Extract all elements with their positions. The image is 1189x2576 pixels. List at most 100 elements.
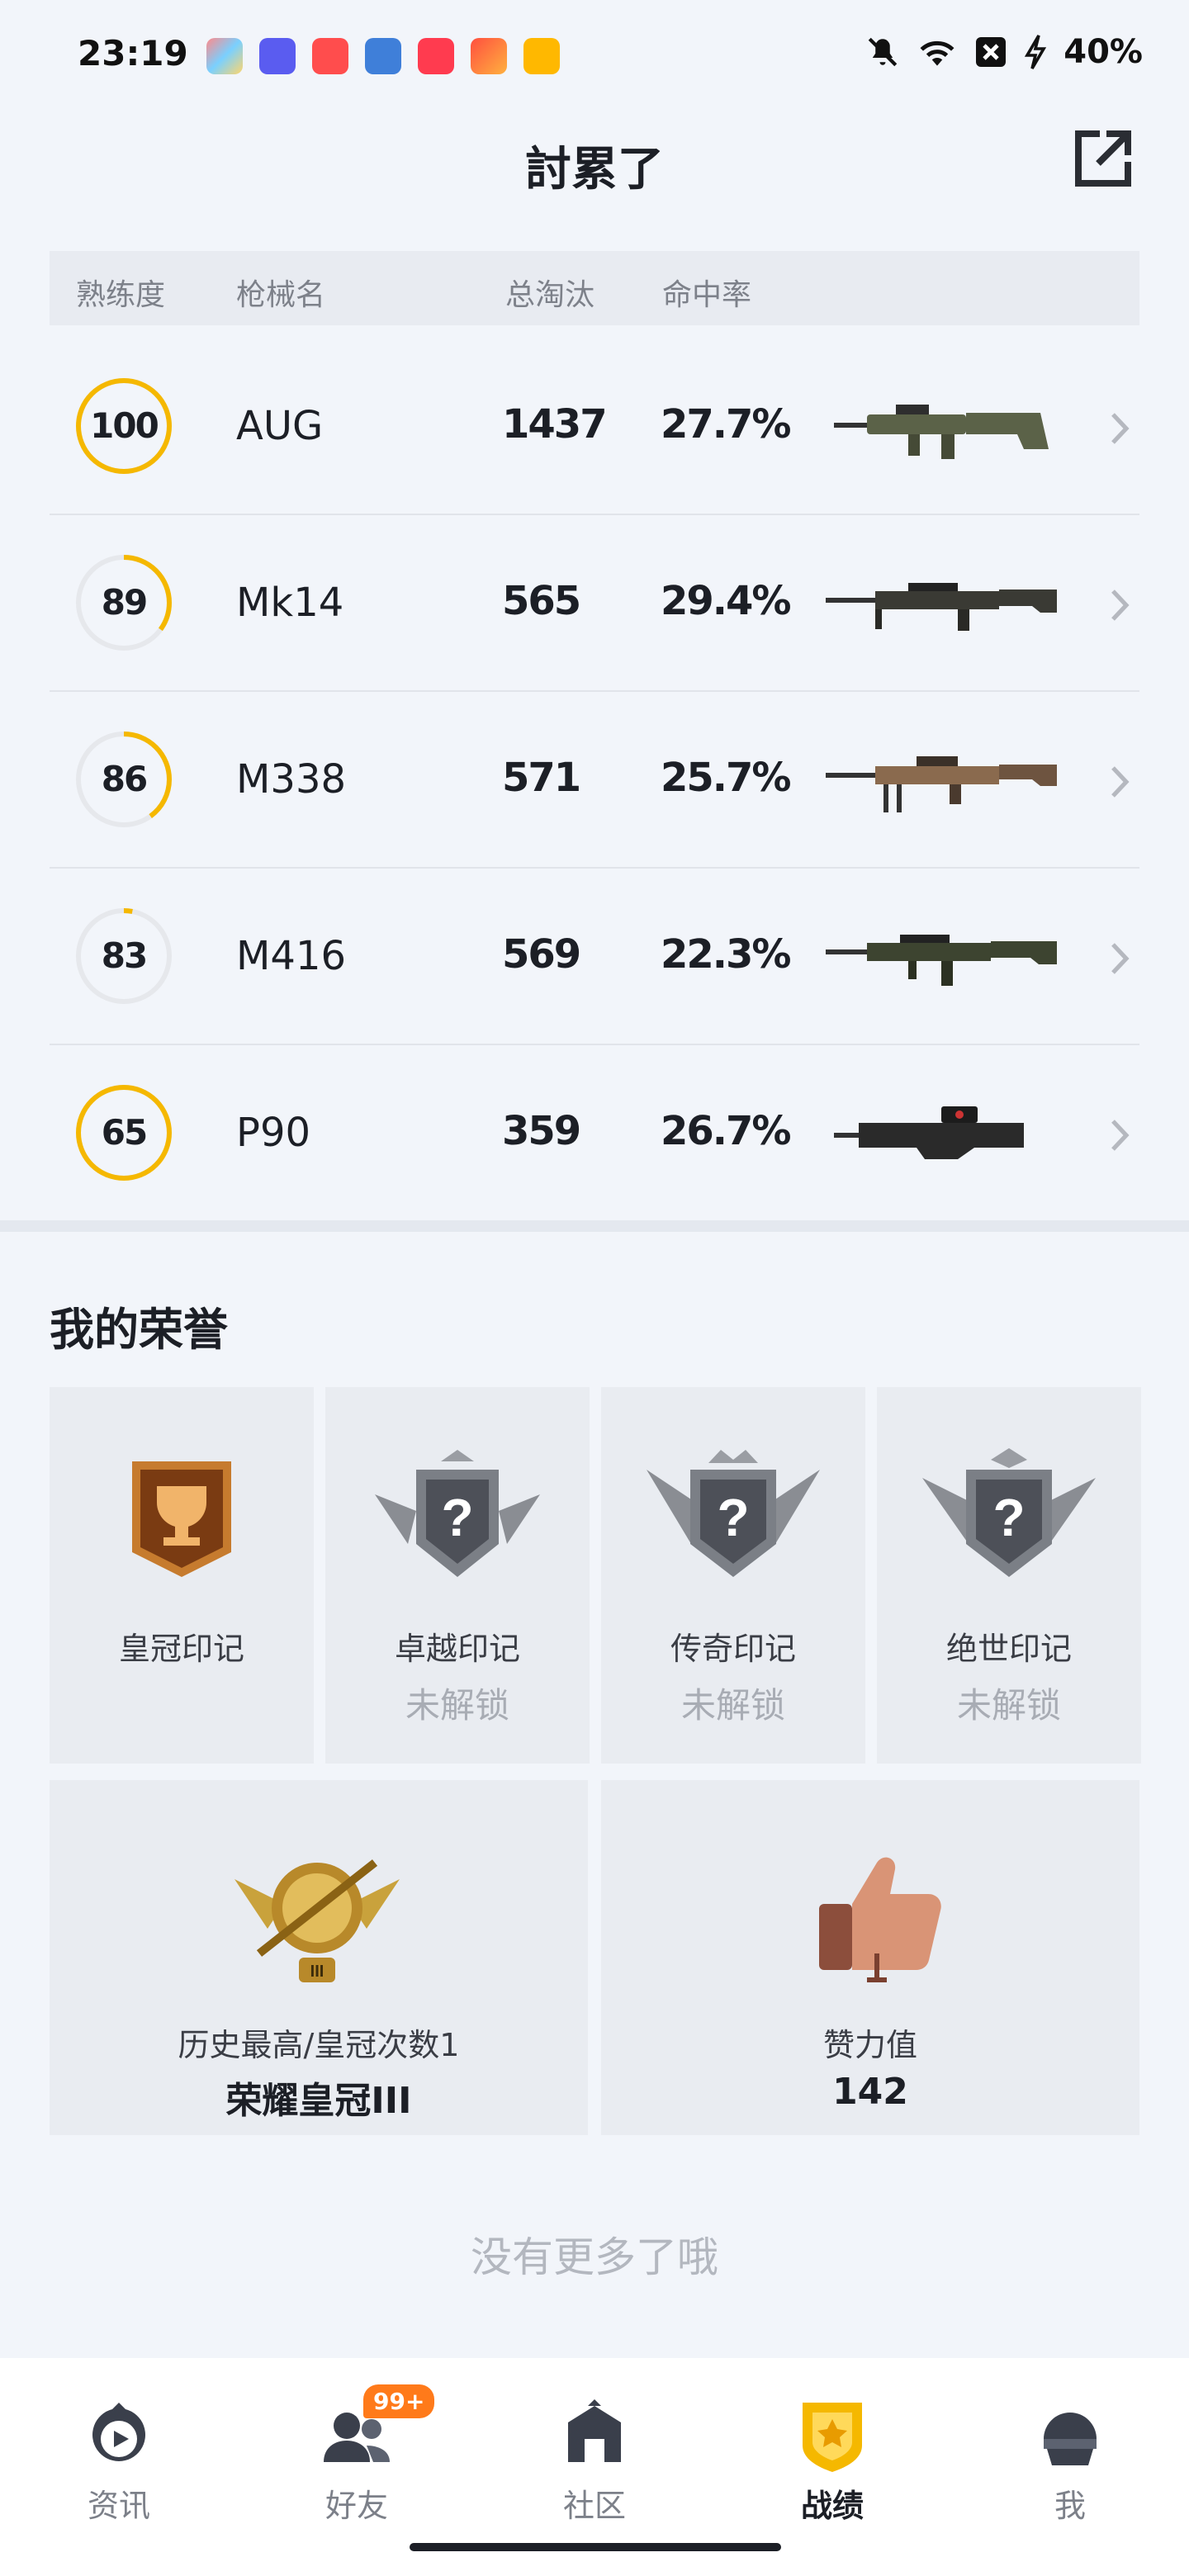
home-indicator[interactable] [410, 2543, 781, 2551]
share-icon[interactable] [1070, 125, 1136, 192]
svg-text:III: III [310, 1963, 324, 1981]
status-right: 40% [865, 33, 1143, 71]
honor-section-title: 我的荣誉 [50, 1304, 228, 1356]
header-gun-name: 枪械名 [236, 278, 326, 312]
gun-kills: 571 [502, 755, 581, 801]
nav-item-community[interactable]: 社区 [476, 2375, 713, 2556]
weapon-row[interactable]: 100 AUG 1437 27.7% [50, 339, 1139, 515]
mastery-value: 65 [101, 1112, 148, 1153]
app-icon-4 [365, 38, 401, 74]
peerless-mark-card[interactable]: ? 绝世印记 未解锁 [877, 1387, 1141, 1764]
gun-accuracy: 25.7% [661, 755, 792, 801]
nav-label: 我 [1054, 2488, 1086, 2524]
badge-label: 卓越印记 [394, 1631, 520, 1667]
m338-rifle-image [826, 756, 1057, 812]
stats-shield-icon [803, 2403, 862, 2472]
weapon-row[interactable]: 86 M338 571 25.7% [50, 692, 1139, 869]
gun-kills: 565 [502, 578, 581, 624]
gun-accuracy: 26.7% [661, 1108, 792, 1154]
mute-icon [869, 37, 898, 67]
app-icon-3 [312, 38, 348, 74]
mastery-ring: 89 [73, 552, 175, 654]
mastery-value: 100 [90, 405, 159, 446]
header-accuracy: 命中率 [662, 278, 752, 312]
nav-item-me[interactable]: 我 [951, 2375, 1189, 2556]
mastery-ring: 100 [73, 375, 175, 477]
highest-rank-value: 荣耀皇冠III [225, 2080, 412, 2122]
mastery-value: 83 [101, 935, 148, 976]
p90-smg-image [834, 1106, 1024, 1159]
aug-rifle-image [834, 405, 1049, 459]
app-icon-6 [471, 38, 507, 74]
highest-rank-subtitle: 历史最高/皇冠次数1 [178, 2027, 460, 2063]
likes-card[interactable]: 赞力值 142 [601, 1780, 1139, 2135]
weapon-row[interactable]: 65 P90 359 26.7% [50, 1045, 1139, 1222]
mk14-rifle-image [826, 583, 1057, 631]
trophy-icon [132, 1461, 231, 1577]
nav-label: 战绩 [800, 2488, 864, 2524]
badge-status: 未解锁 [956, 1685, 1061, 1726]
nav-item-stats[interactable]: 战绩 [713, 2375, 951, 2556]
battery-percent: 40% [1063, 33, 1143, 71]
chevron-right-icon[interactable] [1103, 408, 1136, 449]
gun-accuracy: 29.4% [661, 578, 792, 624]
chevron-right-icon[interactable] [1103, 761, 1136, 803]
gun-accuracy: 22.3% [661, 931, 792, 978]
chevron-right-icon[interactable] [1103, 938, 1136, 979]
mastery-ring: 83 [73, 905, 175, 1007]
badge-label: 传奇印记 [670, 1631, 796, 1667]
glory-crown-rank-icon: III [234, 1859, 400, 1982]
sim-off-icon [976, 37, 1007, 67]
legend-mark-card[interactable]: ? 传奇印记 未解锁 [601, 1387, 865, 1764]
weapon-row[interactable]: 83 M416 569 22.3% [50, 869, 1139, 1045]
likes-subtitle: 赞力值 [822, 2027, 917, 2063]
app-icon-7 [523, 38, 560, 74]
mastery-value: 86 [101, 759, 148, 799]
header-mastery: 熟练度 [76, 278, 166, 312]
nav-label: 社区 [562, 2488, 626, 2524]
gun-kills: 359 [502, 1108, 581, 1154]
badge-label: 绝世印记 [945, 1631, 1072, 1667]
gun-name: P90 [236, 1110, 311, 1156]
mastery-ring: 65 [73, 1082, 175, 1184]
gun-accuracy: 27.7% [661, 401, 792, 447]
header-kills: 总淘汰 [505, 278, 595, 312]
wifi-icon [920, 40, 955, 66]
svg-text:?: ? [441, 1488, 473, 1547]
news-play-icon [92, 2403, 145, 2461]
nav-item-friends[interactable]: 99+ 好友 [238, 2375, 476, 2556]
excellence-mark-card[interactable]: ? 卓越印记 未解锁 [325, 1387, 590, 1764]
chevron-right-icon[interactable] [1103, 1115, 1136, 1156]
app-icon-1 [206, 38, 243, 74]
charging-icon [1025, 35, 1047, 69]
locked-badge-icon: ? [375, 1450, 540, 1577]
highest-rank-card[interactable]: III 历史最高/皇冠次数1 荣耀皇冠III [50, 1780, 588, 2135]
svg-text:?: ? [992, 1488, 1025, 1547]
mastery-value: 89 [101, 582, 148, 623]
chevron-right-icon[interactable] [1103, 585, 1136, 626]
likes-value: 142 [832, 2071, 908, 2113]
page-title: 討累了 [525, 143, 664, 197]
notification-icons [206, 38, 560, 74]
mastery-ring: 86 [73, 728, 175, 831]
weapon-row[interactable]: 89 Mk14 565 29.4% [50, 515, 1139, 692]
badge-label: 皇冠印记 [118, 1631, 244, 1667]
crown-mark-card[interactable]: 皇冠印记 [50, 1387, 314, 1764]
badge-status: 未解锁 [680, 1685, 785, 1726]
gun-name: M416 [236, 933, 347, 979]
weapon-table-header: 熟练度 枪械名 总淘汰 命中率 [50, 251, 1139, 325]
community-icon [568, 2399, 621, 2462]
friends-notification-badge: 99+ [363, 2384, 435, 2418]
gun-name: AUG [236, 403, 324, 449]
gun-kills: 569 [502, 931, 581, 978]
nav-item-news[interactable]: 资讯 [0, 2375, 238, 2556]
app-icon-2 [259, 38, 296, 74]
locked-badge-icon: ? [922, 1448, 1096, 1577]
badge-status: 未解锁 [405, 1685, 509, 1726]
status-time: 23:19 [78, 33, 188, 73]
thumbs-up-icon [819, 1857, 941, 1982]
gun-kills: 1437 [502, 401, 608, 447]
helmet-profile-icon [1044, 2413, 1097, 2465]
nav-label: 资讯 [87, 2488, 150, 2524]
m416-rifle-image [826, 935, 1057, 986]
